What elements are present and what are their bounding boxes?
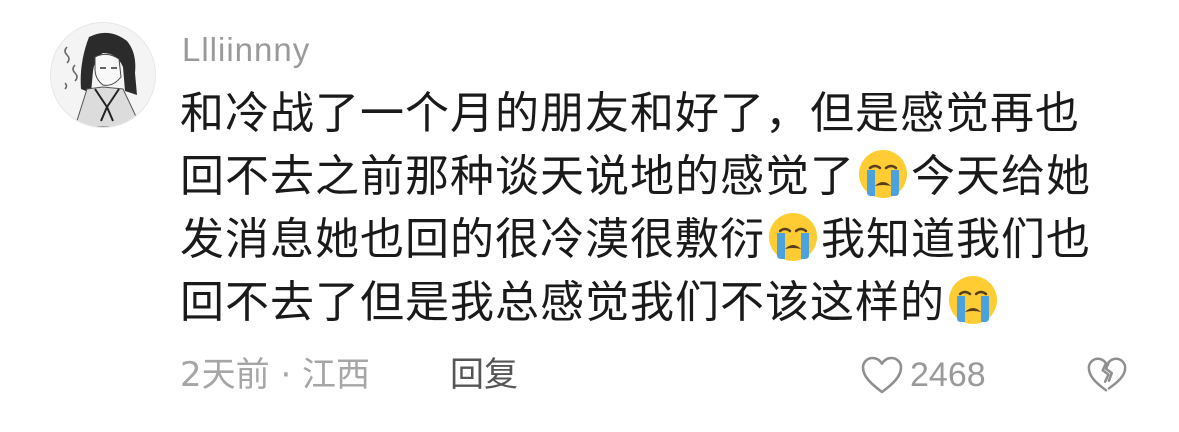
loudly-crying-face-icon [859,150,907,198]
comment-item: Llliinnny 和冷战了一个月的朋友和好了，但是感觉再也 回不去之前那种谈天… [0,0,1179,432]
comment-text: 和冷战了一个月的朋友和好了，但是感觉再也 回不去之前那种谈天说地的感觉了 今天给… [180,82,1140,334]
dislike-button[interactable] [1086,355,1128,395]
reply-button[interactable]: 回复 [450,352,518,398]
comment-text-segment: 回不去了但是我总感觉我们不该这样的 [180,277,945,328]
comment-text-segment: 发消息她也回的很冷漠很敷衍 [180,214,765,265]
heart-outline-icon [861,356,903,394]
comment-text-segment: 回不去之前那种谈天说地的感觉了 [180,151,855,202]
broken-heart-outline-icon [1087,357,1127,392]
comment-line-3: 发消息她也回的很冷漠很敷衍 我知道我们也 [180,208,1140,271]
comment-text-segment: 我知道我们也 [821,214,1091,265]
like-count: 2468 [910,356,986,394]
anime-girl-avatar-icon [51,23,155,127]
comment-line-2: 回不去之前那种谈天说地的感觉了 今天给她 [180,145,1140,208]
comment-text-segment: 和冷战了一个月的朋友和好了，但是感觉再也 [180,88,1080,139]
comment-line-1: 和冷战了一个月的朋友和好了，但是感觉再也 [180,82,1140,145]
loudly-crying-face-icon [769,213,817,261]
comment-time-location: 2天前 · 江西 [180,355,371,395]
avatar[interactable] [50,22,156,128]
username[interactable]: Llliinnny [182,28,310,72]
comment-text-segment: 今天给她 [911,151,1091,202]
like-button[interactable]: 2468 [860,352,986,398]
loudly-crying-face-icon [949,276,997,324]
comment-line-4: 回不去了但是我总感觉我们不该这样的 [180,271,1140,334]
